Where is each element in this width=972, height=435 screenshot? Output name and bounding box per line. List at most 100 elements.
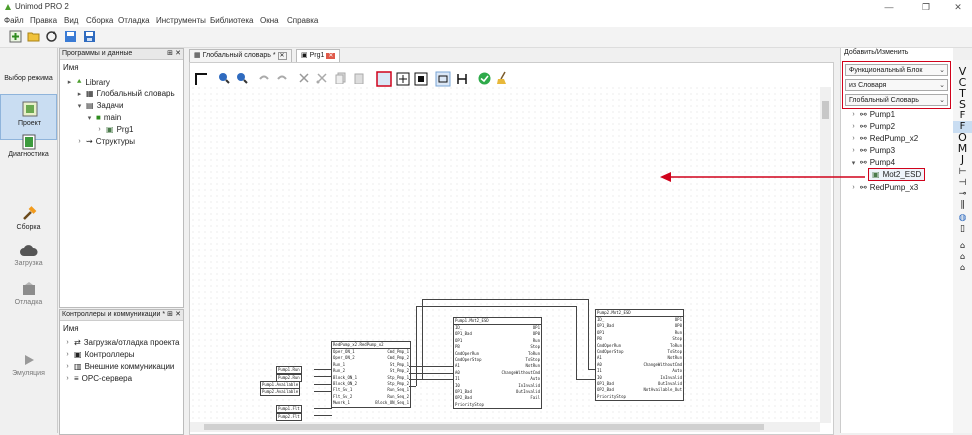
close-icon[interactable]: ✕ bbox=[175, 310, 181, 320]
maximize-button[interactable]: ❐ bbox=[917, 1, 935, 13]
tree-item-prg1[interactable]: › ▣ Prg1 bbox=[96, 125, 133, 134]
tree-item-tasks[interactable]: ▾ ▤ Задачи bbox=[76, 101, 124, 110]
tree-item-main[interactable]: ▾ ■ main bbox=[86, 113, 121, 122]
dict-item-redpump-x3[interactable]: › ⚯ RedPump_x3 bbox=[850, 183, 918, 192]
mode-emulation-button[interactable]: Эмуляция bbox=[0, 353, 57, 385]
mode-diagnostics-button[interactable]: Диагностика bbox=[0, 134, 57, 166]
palette-jump[interactable]: J bbox=[953, 154, 972, 166]
tab-close-icon[interactable]: ✕ bbox=[326, 53, 336, 59]
expand-arrow-icon[interactable]: ▸ bbox=[76, 90, 83, 98]
broom-icon[interactable] bbox=[496, 71, 509, 85]
save-all-icon[interactable] bbox=[82, 29, 97, 44]
mode-build-button[interactable]: Сборка bbox=[0, 206, 57, 238]
save-icon[interactable] bbox=[63, 29, 78, 44]
minimize-button[interactable]: — bbox=[880, 1, 898, 13]
input-variable[interactable]: Pump2.Available bbox=[260, 388, 301, 396]
menu-edit[interactable]: Правка bbox=[30, 16, 57, 25]
tree-item-structures[interactable]: › ⇝ Структуры bbox=[76, 137, 135, 146]
dictionary-select[interactable]: Глобальный Словарь ⌄ bbox=[845, 94, 948, 106]
tab-global-dict[interactable]: ▦ Глобальный словарь * ✕ bbox=[189, 49, 292, 63]
copy-icon[interactable] bbox=[335, 72, 347, 84]
open-folder-icon[interactable] bbox=[26, 29, 41, 44]
block-type-select[interactable]: Функциональный Блок ⌄ bbox=[845, 64, 948, 76]
vertical-scroll-thumb[interactable] bbox=[822, 101, 829, 119]
collapse-arrow-icon[interactable]: ▾ bbox=[76, 102, 83, 110]
new-project-icon[interactable] bbox=[8, 29, 23, 44]
menu-file[interactable]: Файл bbox=[4, 16, 24, 25]
tree-item-load-debug[interactable]: › ⇄ Загрузка/отладка проекта bbox=[64, 338, 179, 347]
insert-block-icon[interactable] bbox=[435, 71, 451, 87]
expand-view-icon[interactable] bbox=[414, 72, 428, 86]
menu-tools[interactable]: Инструменты bbox=[156, 16, 206, 25]
check-icon[interactable] bbox=[478, 72, 491, 85]
pin-icon[interactable]: ⊞ bbox=[167, 310, 173, 320]
dict-item-pump3[interactable]: › ⚯ Pump3 bbox=[850, 146, 895, 155]
connect-icon[interactable] bbox=[455, 72, 469, 86]
function-block-block_a[interactable]: RedPump_x2.RedPump_x2 Oper_ON_1 Cmd_Pmp_1 O… bbox=[331, 341, 411, 408]
book-icon[interactable]: ▯ bbox=[953, 223, 972, 235]
building-icon[interactable]: ⌂ bbox=[953, 262, 972, 274]
expand-arrow-icon[interactable]: › bbox=[64, 351, 71, 358]
close-button[interactable]: ✕ bbox=[949, 1, 967, 13]
expand-arrow-icon[interactable]: › bbox=[850, 135, 857, 142]
mode-upload-button[interactable]: Загрузка bbox=[0, 244, 57, 276]
diagram-canvas[interactable]: RedPump_x2.RedPump_x2 Oper_ON_1 Cmd_Pmp_1 O… bbox=[189, 62, 834, 435]
dict-item-pump1[interactable]: › ⚯ Pump1 bbox=[850, 110, 895, 119]
expand-arrow-icon[interactable]: › bbox=[850, 111, 857, 118]
horizontal-scrollbar[interactable] bbox=[190, 422, 820, 432]
dict-item-pump4[interactable]: ▾ ⚯ Pump4 bbox=[850, 158, 895, 167]
select-tool-icon[interactable] bbox=[194, 72, 208, 86]
menu-debug[interactable]: Отладка bbox=[118, 16, 150, 25]
expand-arrow-icon[interactable]: ▸ bbox=[66, 78, 73, 86]
collapse-arrow-icon[interactable]: ▾ bbox=[86, 114, 93, 122]
tab-prg1[interactable]: ▣ Prg1 ✕ bbox=[296, 49, 341, 63]
zoom-out-icon[interactable] bbox=[236, 72, 248, 84]
expand-arrow-icon[interactable]: › bbox=[64, 363, 71, 370]
paste-icon[interactable] bbox=[353, 72, 365, 84]
zoom-in-icon[interactable] bbox=[218, 72, 230, 84]
expand-arrow-icon[interactable]: › bbox=[850, 147, 857, 154]
tree-item-library[interactable]: ▸ ⯅ Library bbox=[66, 77, 110, 87]
expand-arrow-icon[interactable]: › bbox=[96, 126, 103, 133]
rectangle-select-icon[interactable] bbox=[376, 71, 392, 87]
scissors-icon[interactable] bbox=[316, 72, 328, 84]
function-block-block_b[interactable]: Pump1.Mot2_ESD ID_ OP1 OP1_Bad OP0 OP1 Run PB St… bbox=[453, 317, 542, 410]
tree-item-controllers[interactable]: › ▣ Контроллеры bbox=[64, 350, 134, 359]
menu-view[interactable]: Вид bbox=[64, 16, 78, 25]
cut-icon[interactable] bbox=[298, 72, 310, 84]
menu-library[interactable]: Библиотека bbox=[210, 16, 254, 25]
parallel-icon[interactable]: ∥ bbox=[953, 199, 972, 211]
expand-arrow-icon[interactable]: › bbox=[76, 138, 83, 145]
expand-arrow-icon[interactable]: › bbox=[850, 123, 857, 130]
input-variable[interactable]: Pump1.Flt bbox=[276, 405, 302, 413]
input-variable[interactable]: Pump1.Run bbox=[276, 366, 302, 374]
dict-item-redpump-x2[interactable]: › ⚯ RedPump_x2 bbox=[850, 134, 918, 143]
close-icon[interactable]: ✕ bbox=[175, 49, 181, 59]
menu-help[interactable]: Справка bbox=[287, 16, 318, 25]
function-block-block_c[interactable]: Pump2.Mot2_ESD ID_ OP1 OP1_Bad OP0 OP1 Run PB St… bbox=[595, 309, 684, 402]
redo-icon[interactable] bbox=[276, 73, 288, 83]
expand-arrow-icon[interactable]: › bbox=[850, 184, 857, 191]
tab-close-icon[interactable]: ✕ bbox=[277, 52, 287, 60]
dict-item-pump2[interactable]: › ⚯ Pump2 bbox=[850, 122, 895, 131]
expand-arrow-icon[interactable]: › bbox=[64, 375, 71, 382]
collapse-arrow-icon[interactable]: ▾ bbox=[850, 159, 857, 167]
source-select[interactable]: из Словаря ⌄ bbox=[845, 79, 948, 91]
vertical-scrollbar[interactable] bbox=[820, 87, 831, 423]
mode-diagnostics-label: Диагностика bbox=[8, 151, 49, 158]
refresh-icon[interactable] bbox=[44, 29, 59, 44]
dict-item-mot2-esd[interactable]: ▣ Mot2_ESD bbox=[868, 168, 926, 181]
input-variable[interactable]: Pump2.Flt bbox=[276, 413, 302, 421]
undo-icon[interactable] bbox=[258, 73, 270, 83]
pin-icon[interactable]: ⊞ bbox=[167, 49, 173, 59]
mode-project-label: Проект bbox=[17, 120, 42, 127]
mode-debug-button[interactable]: Отладка bbox=[0, 281, 57, 313]
menu-build[interactable]: Сборка bbox=[86, 16, 113, 25]
tree-item-opc[interactable]: › ≡ OPC-сервера bbox=[64, 374, 132, 383]
tree-item-global-dict[interactable]: ▸ ▦ Глобальный словарь bbox=[76, 89, 175, 98]
tree-item-external-comm[interactable]: › ▥ Внешние коммуникации bbox=[64, 362, 174, 371]
menu-windows[interactable]: Окна bbox=[260, 16, 279, 25]
fit-view-icon[interactable] bbox=[396, 72, 410, 86]
expand-arrow-icon[interactable]: › bbox=[64, 339, 71, 346]
horizontal-scroll-thumb[interactable] bbox=[204, 424, 764, 430]
